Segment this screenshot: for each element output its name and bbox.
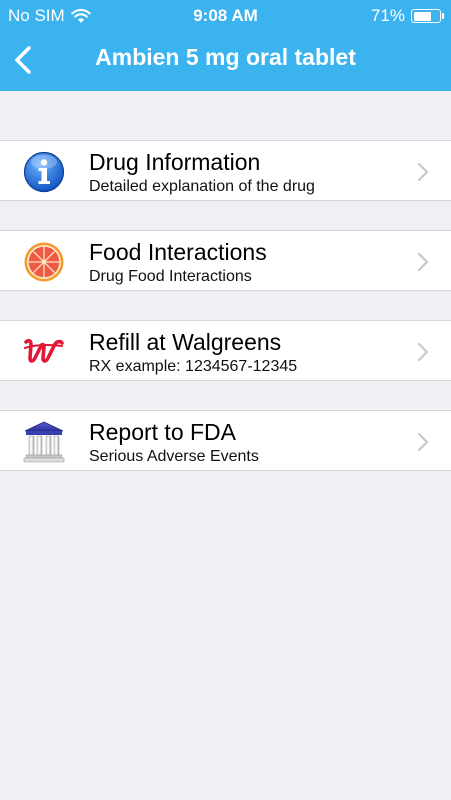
battery-fill [413,11,432,21]
menu-item-refill-walgreens[interactable]: Refill at Walgreens RX example: 1234567-… [0,320,451,381]
menu-item-title: Report to FDA [89,419,236,445]
battery-percent: 71% [370,6,405,25]
status-bar: No SIM 9:08 AM 71% [0,0,451,30]
info-icon [22,150,66,194]
menu-item-subtitle: Serious Adverse Events [89,448,259,465]
menu-item-subtitle: RX example: 1234567-12345 [89,358,298,375]
government-building-icon [22,420,66,464]
menu-item-title: Drug Information [89,149,261,175]
menu-item-drug-information[interactable]: Drug Information Detailed explanation of… [0,140,451,201]
chevron-right-icon [417,162,429,182]
menu-item-title: Food Interactions [89,239,267,265]
menu-item-food-interactions[interactable]: Food Interactions Drug Food Interactions [0,230,451,291]
walgreens-logo-icon [22,330,66,374]
menu-item-title: Refill at Walgreens [89,329,282,355]
menu-item-subtitle: Detailed explanation of the drug [89,178,315,195]
page-title: Ambien 5 mg oral tablet [95,44,356,70]
app-header: No SIM 9:08 AM 71% Ambien 5 mg oral tabl… [0,0,451,91]
status-right: 71% [370,6,444,26]
battery-icon [411,9,444,23]
menu-item-report-fda[interactable]: Report to FDA Serious Adverse Events [0,410,451,471]
menu-item-subtitle: Drug Food Interactions [89,268,252,285]
chevron-right-icon [417,432,429,452]
grapefruit-icon [22,240,66,284]
chevron-right-icon [417,252,429,272]
chevron-right-icon [417,342,429,362]
